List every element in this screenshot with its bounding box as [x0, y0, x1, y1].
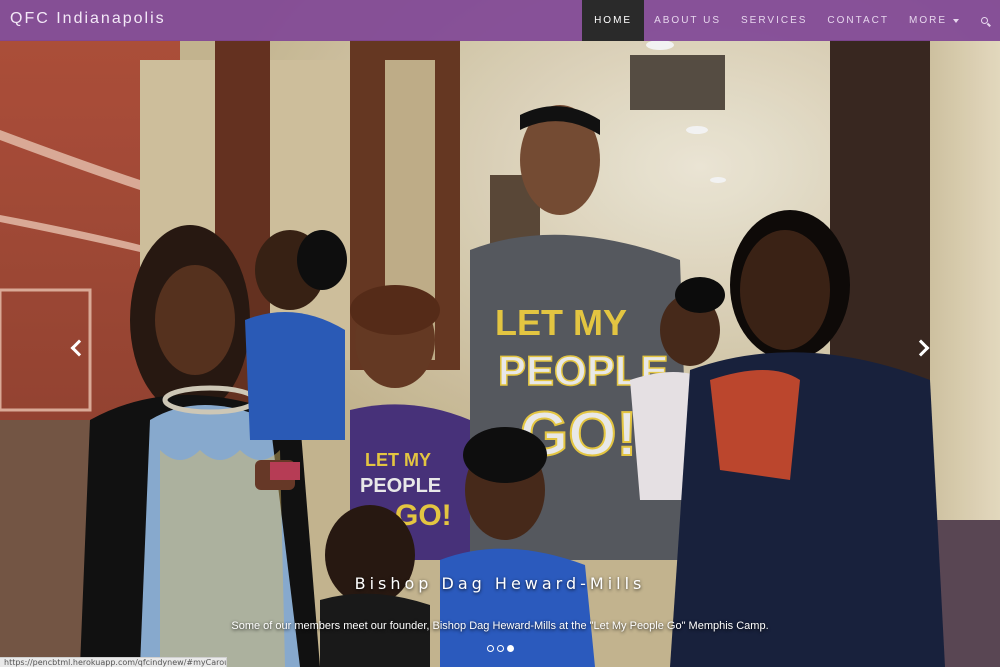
nav-link-services[interactable]: SERVICES — [731, 0, 817, 41]
search-button[interactable] — [969, 0, 1000, 41]
nav-item-search — [969, 0, 1000, 41]
browser-status-url: https://pencbtml.herokuapp.com/qfcindyne… — [0, 657, 227, 667]
nav-item-more: MORE — [899, 0, 969, 41]
carousel-caption-title: Bishop Dag Heward-Mills — [354, 574, 646, 593]
chevron-left-icon — [70, 339, 88, 357]
nav-link-contact[interactable]: CONTACT — [817, 0, 899, 41]
brand-link[interactable]: QFC Indianapolis — [10, 10, 166, 28]
page: LET MY PEOPLE GO! LET MY PEOPLE GO! Bish… — [0, 0, 1000, 667]
carousel-caption-text: Some of our members meet our founder, Bi… — [231, 620, 769, 632]
chevron-right-icon — [912, 339, 930, 357]
nav-link-more-label: MORE — [909, 15, 947, 26]
carousel-photo: LET MY PEOPLE GO! LET MY PEOPLE GO! — [0, 0, 1000, 667]
nav-item-contact: CONTACT — [817, 0, 899, 41]
carousel-indicator-3[interactable] — [507, 645, 514, 652]
nav-link-home[interactable]: HOME — [582, 0, 645, 41]
carousel-indicator-1[interactable] — [487, 645, 494, 652]
top-navbar: QFC Indianapolis HOME ABOUT US SERVICES … — [0, 0, 1000, 41]
hero-carousel: LET MY PEOPLE GO! LET MY PEOPLE GO! Bish… — [0, 0, 1000, 667]
nav-menu: HOME ABOUT US SERVICES CONTACT MORE — [582, 0, 1000, 41]
nav-link-about[interactable]: ABOUT US — [644, 0, 731, 41]
carousel-indicator-2[interactable] — [497, 645, 504, 652]
carousel-next-button[interactable] — [908, 333, 938, 363]
carousel-prev-button[interactable] — [62, 333, 92, 363]
caret-down-icon — [953, 18, 959, 23]
carousel-indicators — [487, 645, 514, 652]
nav-item-about: ABOUT US — [644, 0, 731, 41]
nav-link-more[interactable]: MORE — [899, 0, 969, 41]
nav-item-home: HOME — [582, 0, 645, 41]
search-icon — [981, 17, 988, 24]
nav-item-services: SERVICES — [731, 0, 817, 41]
